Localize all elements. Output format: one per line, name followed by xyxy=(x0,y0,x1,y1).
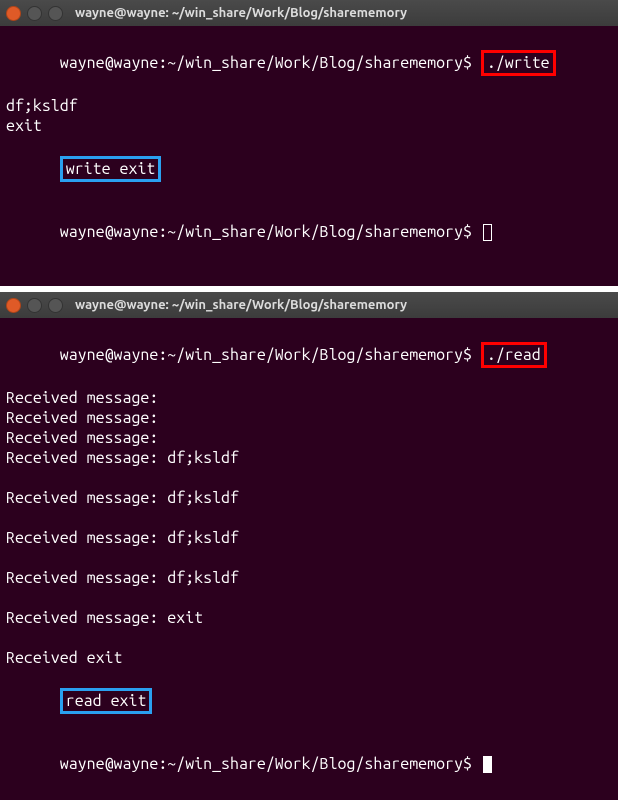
output-line: Received message: xyxy=(6,388,612,408)
output-highlight-blue: read exit xyxy=(60,688,153,714)
output-line: Received message: df;ksldf xyxy=(6,528,612,548)
terminal-body[interactable]: wayne@wayne:~/win_share/Work/Blog/sharem… xyxy=(0,318,618,800)
output-line: read exit xyxy=(66,692,147,710)
output-line: Received message: exit xyxy=(6,608,612,628)
titlebar[interactable]: wayne@wayne: ~/win_share/Work/Blog/share… xyxy=(0,292,618,318)
output-line xyxy=(6,508,612,528)
cursor-icon xyxy=(483,224,492,241)
window-title: wayne@wayne: ~/win_share/Work/Blog/share… xyxy=(75,6,407,20)
close-icon[interactable] xyxy=(6,6,21,21)
minimize-icon[interactable] xyxy=(27,298,42,313)
output-line: write exit xyxy=(66,160,156,178)
terminal-window-write: wayne@wayne: ~/win_share/Work/Blog/share… xyxy=(0,0,618,286)
command-highlight-red: ./write xyxy=(481,50,556,76)
output-line: Received exit xyxy=(6,648,612,668)
output-line xyxy=(6,628,612,648)
maximize-icon[interactable] xyxy=(48,6,63,21)
maximize-icon[interactable] xyxy=(48,298,63,313)
prompt: wayne@wayne:~/win_share/Work/Blog/sharem… xyxy=(60,755,481,773)
command-highlight-red: ./read xyxy=(481,342,547,368)
prompt: wayne@wayne:~/win_share/Work/Blog/sharem… xyxy=(60,223,481,241)
cursor-icon xyxy=(483,756,492,773)
output-line: Received message: df;ksldf xyxy=(6,488,612,508)
output-line: Received message: xyxy=(6,408,612,428)
terminal-body[interactable]: wayne@wayne:~/win_share/Work/Blog/sharem… xyxy=(0,26,618,286)
command: ./write xyxy=(487,54,550,72)
output-line xyxy=(6,588,612,608)
output-line: Received message: df;ksldf xyxy=(6,448,612,468)
output-highlight-blue: write exit xyxy=(60,156,162,182)
titlebar[interactable]: wayne@wayne: ~/win_share/Work/Blog/share… xyxy=(0,0,618,26)
output-line xyxy=(6,468,612,488)
terminal-window-read: wayne@wayne: ~/win_share/Work/Blog/share… xyxy=(0,292,618,800)
output-line: exit xyxy=(6,116,612,136)
output-line: df;ksldf xyxy=(6,96,612,116)
prompt: wayne@wayne:~/win_share/Work/Blog/sharem… xyxy=(60,346,481,364)
output-line: Received message: df;ksldf xyxy=(6,568,612,588)
close-icon[interactable] xyxy=(6,298,21,313)
output-line: Received message: xyxy=(6,428,612,448)
minimize-icon[interactable] xyxy=(27,6,42,21)
prompt: wayne@wayne:~/win_share/Work/Blog/sharem… xyxy=(60,54,481,72)
command: ./read xyxy=(487,346,541,364)
output-line xyxy=(6,548,612,568)
window-title: wayne@wayne: ~/win_share/Work/Blog/share… xyxy=(75,298,407,312)
